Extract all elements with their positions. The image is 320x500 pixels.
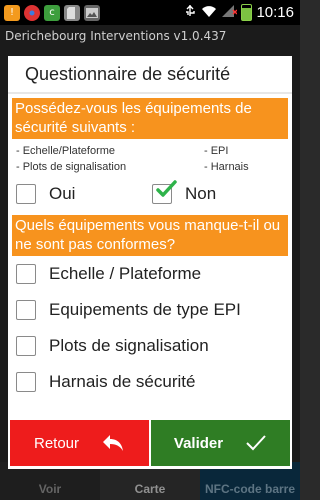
equipment-item: - Harnais bbox=[204, 161, 249, 173]
echelle-checkbox[interactable] bbox=[16, 264, 36, 284]
question1-header: Possédez-vous les équipements de sécurit… bbox=[12, 98, 288, 139]
security-questionnaire-dialog: Questionnaire de sécurité Possédez-vous … bbox=[8, 56, 292, 469]
required-equipment-list: - Echelle/Plateforme - EPI - Plots de si… bbox=[12, 139, 288, 175]
harnais-label: Harnais de sécurité bbox=[49, 372, 196, 391]
yes-no-row: Oui Non bbox=[12, 175, 288, 213]
status-bar: ! c 10:16 bbox=[0, 0, 300, 25]
plots-label: Plots de signalisation bbox=[49, 336, 209, 355]
non-checkbox[interactable] bbox=[152, 180, 177, 204]
no-signal-icon bbox=[221, 3, 238, 22]
valider-button[interactable]: Valider bbox=[151, 420, 290, 466]
epi-checkbox[interactable] bbox=[16, 300, 36, 320]
question2-header: Quels équipements vous manque-t-il ou ne… bbox=[12, 215, 288, 256]
wifi-icon bbox=[201, 3, 217, 22]
retour-button[interactable]: Retour bbox=[10, 420, 149, 466]
retour-label: Retour bbox=[33, 434, 80, 452]
equipment-item: - EPI bbox=[204, 145, 229, 157]
missing-item-epi[interactable]: Equipements de type EPI bbox=[12, 292, 288, 328]
equipment-item: - Echelle/Plateforme bbox=[16, 145, 116, 157]
dialog-buttons: Retour Valider bbox=[10, 420, 290, 466]
plots-checkbox[interactable] bbox=[16, 336, 36, 356]
image-icon bbox=[84, 4, 100, 21]
oui-checkbox[interactable] bbox=[16, 184, 36, 204]
valider-label: Valider bbox=[173, 434, 224, 452]
missing-item-echelle[interactable]: Echelle / Plateforme bbox=[12, 256, 288, 292]
battery-icon bbox=[241, 4, 253, 21]
oui-label: Oui bbox=[49, 184, 76, 203]
alert-icon: ! bbox=[4, 4, 20, 21]
option-oui[interactable]: Oui bbox=[16, 184, 152, 204]
missing-item-harnais[interactable]: Harnais de sécurité bbox=[12, 364, 288, 400]
echelle-label: Echelle / Plateforme bbox=[49, 264, 202, 283]
cafe-icon: c bbox=[44, 4, 60, 21]
non-label: Non bbox=[185, 184, 217, 203]
usb-icon bbox=[183, 3, 197, 22]
back-arrow-icon bbox=[103, 435, 124, 451]
check-icon bbox=[246, 435, 266, 451]
dialog-title: Questionnaire de sécurité bbox=[8, 56, 292, 94]
chrome-icon bbox=[24, 4, 40, 21]
status-time: 10:16 bbox=[256, 4, 294, 21]
harnais-checkbox[interactable] bbox=[16, 372, 36, 392]
equipment-item: - Plots de signalisation bbox=[16, 161, 127, 173]
option-non[interactable]: Non bbox=[152, 180, 288, 204]
checkmark-icon bbox=[156, 180, 177, 197]
sd-card-icon bbox=[64, 4, 80, 21]
app-title: Derichebourg Interventions v1.0.437 bbox=[0, 25, 300, 47]
missing-item-plots[interactable]: Plots de signalisation bbox=[12, 328, 288, 364]
epi-label: Equipements de type EPI bbox=[49, 300, 241, 319]
